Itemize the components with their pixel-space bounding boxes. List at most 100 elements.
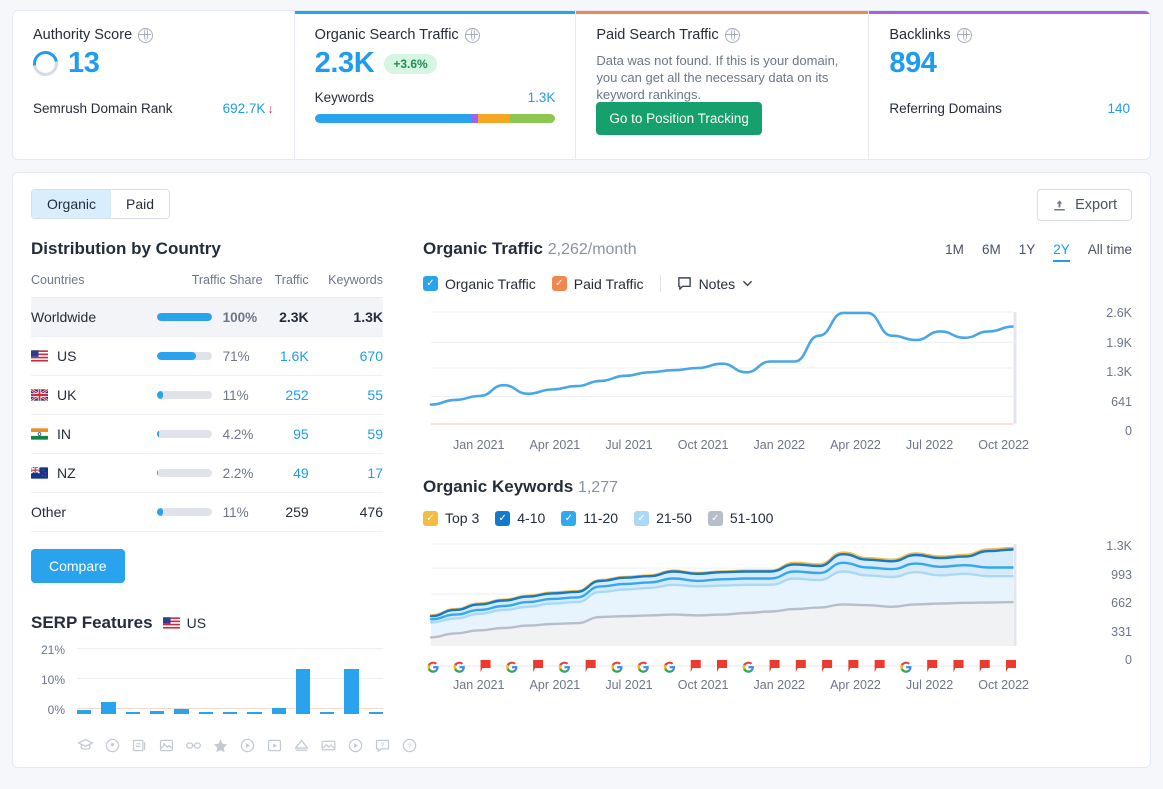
crown-icon[interactable] bbox=[293, 737, 310, 754]
note-flag-icon[interactable] bbox=[717, 660, 727, 672]
note-flag-icon[interactable] bbox=[770, 660, 780, 672]
table-row[interactable]: Worldwide100%2.3K1.3K bbox=[31, 298, 383, 337]
note-flag-icon[interactable] bbox=[796, 660, 806, 672]
cell-traffic[interactable]: 95 bbox=[263, 415, 309, 454]
serp-bar-local-pack[interactable] bbox=[101, 702, 115, 714]
note-flag-icon[interactable] bbox=[953, 660, 963, 672]
google-update-icon[interactable] bbox=[428, 662, 439, 673]
checkbox-21-50[interactable]: ✓ bbox=[634, 511, 649, 526]
checkbox-4-10[interactable]: ✓ bbox=[495, 511, 510, 526]
google-update-icon[interactable] bbox=[638, 662, 649, 673]
note-flag-icon[interactable] bbox=[822, 660, 832, 672]
google-update-icon[interactable] bbox=[743, 662, 754, 673]
cell-traffic[interactable]: 1.6K bbox=[263, 337, 309, 376]
play-circle-icon[interactable] bbox=[239, 737, 256, 754]
checkbox-top-3[interactable]: ✓ bbox=[423, 511, 438, 526]
play-circle-filled-icon[interactable] bbox=[347, 737, 364, 754]
period-2y[interactable]: 2Y bbox=[1053, 242, 1070, 262]
tab-organic[interactable]: Organic bbox=[31, 189, 112, 219]
note-flag-icon[interactable] bbox=[1006, 660, 1016, 672]
legend-51-100[interactable]: ✓51-100 bbox=[708, 510, 774, 526]
google-update-icon[interactable] bbox=[559, 662, 570, 673]
go-to-position-tracking-button[interactable]: Go to Position Tracking bbox=[596, 102, 762, 135]
organic-traffic-label: Organic Search Traffic bbox=[315, 27, 459, 43]
table-row[interactable]: UK11%25255 bbox=[31, 376, 383, 415]
keywords-value[interactable]: 1.3K bbox=[528, 90, 556, 105]
serp-bar-featured-video[interactable] bbox=[320, 712, 334, 714]
cell-traffic[interactable]: 49 bbox=[263, 454, 309, 493]
checkbox-organic-traffic[interactable]: ✓ bbox=[423, 276, 438, 291]
serp-bar-people-also-ask[interactable] bbox=[369, 712, 383, 714]
organic-keywords-plot[interactable] bbox=[423, 536, 1051, 656]
globe-icon[interactable] bbox=[725, 28, 740, 43]
google-update-icon[interactable] bbox=[900, 662, 911, 673]
question-circle-icon[interactable]: ? bbox=[401, 737, 418, 754]
legend-4-10[interactable]: ✓4-10 bbox=[495, 510, 545, 526]
google-update-icon[interactable] bbox=[611, 662, 622, 673]
period-1m[interactable]: 1M bbox=[945, 242, 964, 262]
checkbox-paid-traffic[interactable]: ✓ bbox=[552, 276, 567, 291]
table-row[interactable]: NZ2.2%4917 bbox=[31, 454, 383, 493]
image-pack-icon[interactable] bbox=[158, 737, 175, 754]
serp-bar-links[interactable] bbox=[174, 709, 188, 714]
note-flag-icon[interactable] bbox=[481, 660, 491, 672]
globe-icon[interactable] bbox=[957, 28, 972, 43]
serp-bar-image-pack[interactable] bbox=[150, 711, 164, 714]
globe-icon[interactable] bbox=[465, 28, 480, 43]
video-box-icon[interactable] bbox=[266, 737, 283, 754]
serp-bar-images[interactable] bbox=[296, 669, 310, 714]
google-update-icon[interactable] bbox=[506, 662, 517, 673]
note-flag-icon[interactable] bbox=[691, 660, 701, 672]
referring-domains-value[interactable]: 140 bbox=[1107, 101, 1130, 116]
legend-organic-traffic[interactable]: ✓ Organic Traffic bbox=[423, 276, 536, 292]
serp-bar-faq[interactable] bbox=[344, 669, 358, 714]
question-box-icon[interactable]: ? bbox=[374, 737, 391, 754]
google-update-icon[interactable] bbox=[664, 662, 675, 673]
globe-icon[interactable] bbox=[138, 28, 153, 43]
serp-bar-sitelinks[interactable] bbox=[126, 712, 140, 714]
x-tick-label: Jul 2022 bbox=[906, 678, 953, 692]
serp-bar-featured-snippet[interactable] bbox=[272, 708, 286, 714]
note-flag-icon[interactable] bbox=[875, 660, 885, 672]
note-flag-icon[interactable] bbox=[533, 660, 543, 672]
tab-paid[interactable]: Paid bbox=[111, 190, 169, 218]
table-row[interactable]: Other11%259476 bbox=[31, 493, 383, 532]
cell-keywords[interactable]: 55 bbox=[309, 376, 383, 415]
cell-keywords[interactable]: 59 bbox=[309, 415, 383, 454]
note-flag-icon[interactable] bbox=[586, 660, 596, 672]
checkbox-11-20[interactable]: ✓ bbox=[561, 511, 576, 526]
location-pin-icon[interactable] bbox=[104, 737, 121, 754]
legend-top-3[interactable]: ✓Top 3 bbox=[423, 510, 479, 526]
period-all-time[interactable]: All time bbox=[1088, 242, 1132, 262]
graduation-cap-icon[interactable] bbox=[77, 737, 94, 754]
serp-bar-video[interactable] bbox=[223, 712, 237, 714]
legend-21-50[interactable]: ✓21-50 bbox=[634, 510, 692, 526]
domain-rank-value[interactable]: 692.7K bbox=[223, 101, 266, 116]
checkbox-51-100[interactable]: ✓ bbox=[708, 511, 723, 526]
period-1y[interactable]: 1Y bbox=[1019, 242, 1036, 262]
export-button[interactable]: Export bbox=[1037, 189, 1132, 221]
serp-bar-reviews[interactable] bbox=[199, 712, 213, 714]
notes-dropdown[interactable]: Notes bbox=[677, 276, 754, 292]
serp-bar-video-carousel[interactable] bbox=[247, 712, 261, 714]
link-icon[interactable] bbox=[185, 737, 202, 754]
cell-keywords[interactable]: 670 bbox=[309, 337, 383, 376]
legend-11-20[interactable]: ✓11-20 bbox=[561, 510, 618, 526]
note-flag-icon[interactable] bbox=[980, 660, 990, 672]
note-flag-icon[interactable] bbox=[848, 660, 858, 672]
period-6m[interactable]: 6M bbox=[982, 242, 1001, 262]
note-flag-icon[interactable] bbox=[927, 660, 937, 672]
compare-button[interactable]: Compare bbox=[31, 549, 125, 583]
legend-paid-traffic[interactable]: ✓ Paid Traffic bbox=[552, 276, 644, 292]
serp-update-markers[interactable] bbox=[423, 656, 1051, 676]
cell-keywords[interactable]: 17 bbox=[309, 454, 383, 493]
star-icon[interactable] bbox=[212, 737, 229, 754]
image-icon[interactable] bbox=[320, 737, 337, 754]
sitelinks-icon[interactable] bbox=[131, 737, 148, 754]
organic-traffic-plot[interactable] bbox=[423, 302, 1051, 432]
table-row[interactable]: US71%1.6K670 bbox=[31, 337, 383, 376]
table-row[interactable]: IN4.2%9559 bbox=[31, 415, 383, 454]
cell-traffic[interactable]: 252 bbox=[263, 376, 309, 415]
serp-bar-knowledge-panel[interactable] bbox=[77, 710, 91, 714]
google-update-icon[interactable] bbox=[454, 662, 465, 673]
